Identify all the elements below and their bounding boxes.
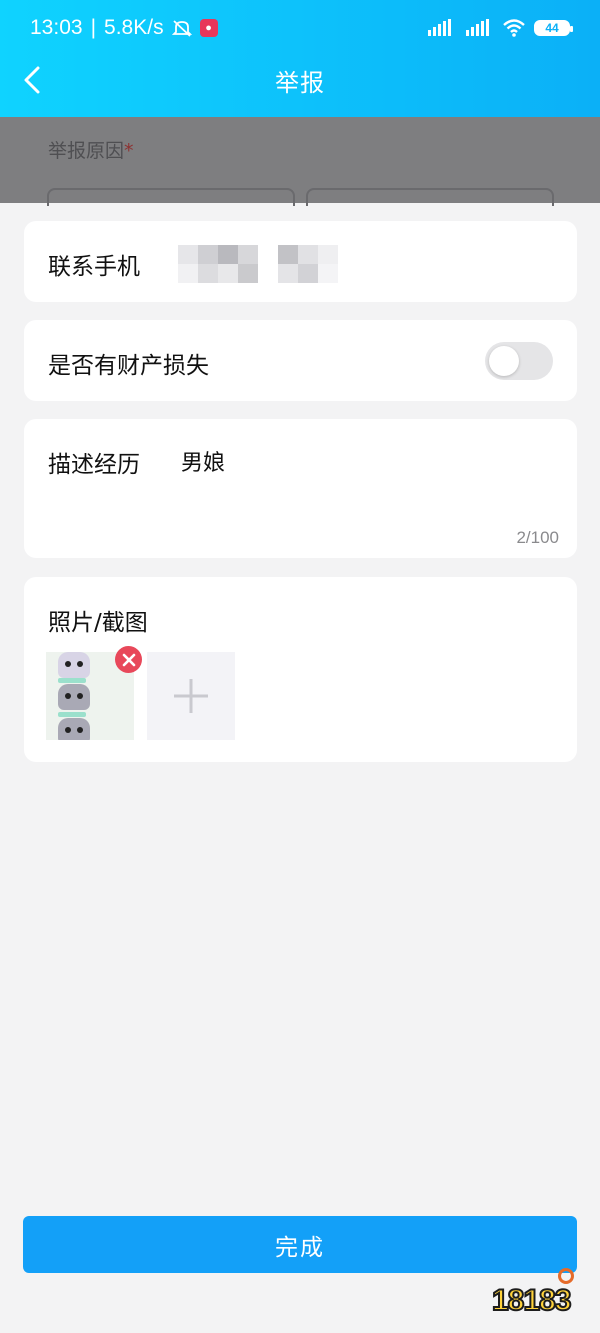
status-divider: |: [90, 16, 97, 39]
hd-signal-icon: [466, 19, 489, 36]
toggle-knob: [489, 346, 519, 376]
remove-photo-button[interactable]: [115, 646, 142, 673]
status-bar: 13:03 | 5.8K/s ● 44: [0, 0, 600, 56]
nav-bar: 举报: [0, 56, 600, 104]
property-loss-label: 是否有财产损失: [48, 353, 209, 379]
description-input[interactable]: 男娘: [181, 445, 225, 477]
wifi-icon: [503, 19, 525, 37]
done-button[interactable]: 完成: [23, 1216, 577, 1273]
mute-bell-icon: [171, 20, 192, 37]
reason-label: 举报原因*: [48, 136, 134, 163]
description-counter: 2/100: [516, 528, 559, 547]
back-arrow-icon[interactable]: [18, 62, 50, 98]
description-label: 描述经历: [48, 452, 140, 478]
reason-option-box: [47, 188, 295, 206]
header: 13:03 | 5.8K/s ● 44 举报: [0, 0, 600, 117]
status-right: 44: [426, 18, 573, 38]
watermark-text: 18183: [491, 1283, 572, 1318]
status-time: 13:03: [30, 16, 83, 39]
thumbnail-tag: [58, 712, 86, 717]
status-left: 13:03 | 5.8K/s ●: [30, 16, 218, 40]
phone-number-masked[interactable]: [178, 245, 338, 283]
photos-label: 照片/截图: [48, 610, 148, 636]
thumbnail-face: [58, 652, 90, 678]
page-title: 举报: [275, 68, 325, 97]
app-icon: ●: [199, 19, 218, 37]
close-icon: [122, 653, 135, 666]
status-net-speed: 5.8K/s: [104, 16, 164, 39]
hd-signal-icon: [428, 19, 451, 36]
reason-label-text: 举报原因: [48, 140, 125, 162]
plus-icon: [174, 679, 208, 713]
description-card: 描述经历 男娘 2/100: [24, 419, 577, 558]
reason-option-box: [306, 188, 554, 206]
watermark-logo: 18183: [490, 1268, 590, 1318]
required-mark: *: [124, 140, 134, 162]
sun-icon: [558, 1268, 574, 1284]
thumbnail-tag: [58, 678, 86, 683]
contact-label: 联系手机: [48, 254, 140, 280]
photos-card: 照片/截图: [24, 577, 577, 762]
property-loss-card: 是否有财产损失: [24, 320, 577, 401]
thumbnail-face: [58, 718, 90, 740]
contact-card: 联系手机: [24, 221, 577, 302]
battery-icon: 44: [534, 20, 573, 36]
property-loss-toggle[interactable]: [485, 342, 553, 380]
thumbnail-face: [58, 684, 90, 710]
add-photo-button[interactable]: [147, 652, 235, 740]
